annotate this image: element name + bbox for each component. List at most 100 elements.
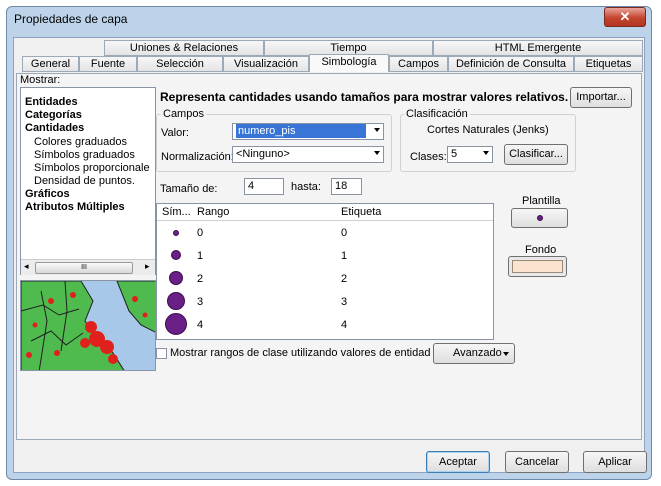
show-ranges-label: Mostrar rangos de clase utilizando valor… [170, 347, 431, 359]
scroll-right-icon[interactable]: ▸ [145, 261, 150, 272]
tree-item-densidad-puntos[interactable]: Densidad de puntos. [34, 175, 135, 187]
cancel-button[interactable]: Cancelar [505, 451, 569, 473]
tab-uniones-relaciones[interactable]: Uniones & Relaciones [104, 40, 264, 56]
normalizacion-value: <Ninguno> [236, 148, 290, 160]
size-to-input[interactable]: 18 [331, 178, 362, 195]
tab-label: Uniones & Relaciones [129, 42, 239, 54]
valor-value: numero_pis [236, 124, 366, 138]
row-range: 3 [197, 296, 204, 308]
apply-button[interactable]: Aplicar [583, 451, 647, 473]
size-from-label: Tamaño de: [160, 183, 218, 195]
accept-button[interactable]: Aceptar [426, 451, 490, 473]
tab-fuente[interactable]: Fuente [79, 56, 137, 72]
header-label[interactable]: Etiqueta [341, 206, 381, 218]
symbol-dot [169, 271, 183, 285]
tab-label: Definición de Consulta [455, 58, 567, 70]
tab-label: Etiquetas [585, 58, 632, 70]
tab-label: General [30, 58, 71, 70]
tree-item-entidades[interactable]: Entidades [25, 96, 78, 108]
table-row[interactable]: 0 0 [157, 221, 497, 244]
tree-item-cantidades[interactable]: Cantidades [25, 122, 84, 134]
close-button[interactable]: ✕ [604, 7, 646, 27]
tab-general[interactable]: General [22, 56, 79, 72]
clases-value: 5 [451, 148, 458, 160]
renderer-description: Representa cantidades usando tamaños par… [160, 90, 569, 104]
avanzado-button[interactable]: Avanzado [433, 343, 515, 364]
close-icon: ✕ [619, 9, 631, 24]
tree-item-colores-graduados[interactable]: Colores graduados [34, 136, 127, 148]
clases-label: Clases: [410, 151, 447, 163]
avanzado-label: Avanzado [453, 347, 502, 359]
scroll-grip: III [81, 264, 87, 271]
chevron-down-icon [374, 151, 380, 155]
tree-item-atributos-multiples[interactable]: Atributos Múltiples [25, 201, 125, 213]
tab-label: Selección [156, 58, 204, 70]
tab-definicion-consulta[interactable]: Definición de Consulta [448, 56, 574, 72]
tree-item-simbolos-graduados[interactable]: Símbolos graduados [34, 149, 135, 161]
clasificar-button[interactable]: Clasificar... [504, 144, 568, 165]
tab-simbologia[interactable]: Simbología [309, 54, 389, 72]
tab-seleccion[interactable]: Selección [137, 56, 223, 72]
table-row[interactable]: 4 4 [157, 313, 497, 336]
fondo-label: Fondo [525, 244, 557, 256]
row-range: 2 [197, 273, 204, 285]
plantilla-label: Plantilla [522, 195, 561, 207]
header-range[interactable]: Rango [197, 206, 229, 218]
tab-html-emergente[interactable]: HTML Emergente [433, 40, 643, 56]
tab-label: Tiempo [330, 42, 367, 54]
tab-label: Visualización [233, 58, 298, 70]
tree-item-categorias[interactable]: Categorías [25, 109, 82, 121]
size-to-label: hasta: [291, 181, 321, 193]
plantilla-symbol-button[interactable] [511, 208, 568, 228]
chevron-down-icon [374, 128, 380, 132]
tree-item-simbolos-proporcionales[interactable]: Símbolos proporcionale [34, 162, 150, 174]
row-label: 0 [341, 227, 348, 239]
clasificacion-legend: Clasificación [404, 108, 470, 120]
header-symbol[interactable]: Sím... [162, 206, 191, 218]
campos-legend: Campos [161, 108, 206, 120]
row-label: 4 [341, 319, 348, 331]
tab-campos[interactable]: Campos [389, 56, 448, 72]
symbol-dot [167, 292, 185, 310]
table-row[interactable]: 2 2 [157, 267, 497, 290]
map-preview-svg [21, 281, 155, 370]
chevron-down-icon [483, 151, 489, 155]
symbol-dot [173, 230, 179, 236]
row-range: 1 [197, 250, 204, 262]
map-preview-image [20, 280, 156, 371]
fondo-color-button[interactable] [508, 256, 567, 277]
window-title: Propiedades de capa [14, 12, 128, 26]
tab-label: HTML Emergente [494, 42, 582, 54]
class-table: Sím... Rango Etiqueta 0 0 1 1 2 2 3 3 4 … [156, 203, 494, 340]
row-label: 2 [341, 273, 348, 285]
tab-label: Fuente [90, 58, 126, 70]
show-ranges-checkbox[interactable] [156, 348, 167, 359]
valor-label: Valor: [161, 127, 189, 139]
size-from-input[interactable]: 4 [244, 178, 284, 195]
scroll-left-icon[interactable]: ◂ [24, 261, 29, 272]
row-label: 3 [341, 296, 348, 308]
table-row[interactable]: 3 3 [157, 290, 497, 313]
symbol-dot [165, 313, 187, 335]
show-label: Mostrar: [20, 74, 61, 86]
tree-item-graficos[interactable]: Gráficos [25, 188, 70, 200]
tab-label: Simbología [321, 56, 377, 68]
chevron-down-icon [503, 352, 509, 356]
tab-etiquetas[interactable]: Etiquetas [574, 56, 643, 72]
import-button[interactable]: Importar... [570, 87, 632, 108]
renderer-tree: Entidades Categorías Cantidades Colores … [20, 87, 156, 275]
clasificacion-method: Cortes Naturales (Jenks) [427, 124, 549, 136]
tree-horizontal-scrollbar[interactable]: ◂ III ▸ [21, 259, 155, 275]
row-range: 0 [197, 227, 204, 239]
table-row[interactable]: 1 1 [157, 244, 497, 267]
fondo-color-swatch [512, 260, 563, 273]
symbol-dot [171, 250, 181, 260]
tab-visualizacion[interactable]: Visualización [223, 56, 309, 72]
normalizacion-select[interactable]: <Ninguno> [232, 146, 384, 163]
scroll-thumb[interactable]: III [35, 262, 133, 274]
table-header: Sím... Rango Etiqueta [157, 204, 493, 221]
valor-select[interactable]: numero_pis [232, 123, 384, 140]
clases-select[interactable]: 5 [447, 146, 493, 163]
normalizacion-label: Normalización: [161, 151, 234, 163]
row-label: 1 [341, 250, 348, 262]
